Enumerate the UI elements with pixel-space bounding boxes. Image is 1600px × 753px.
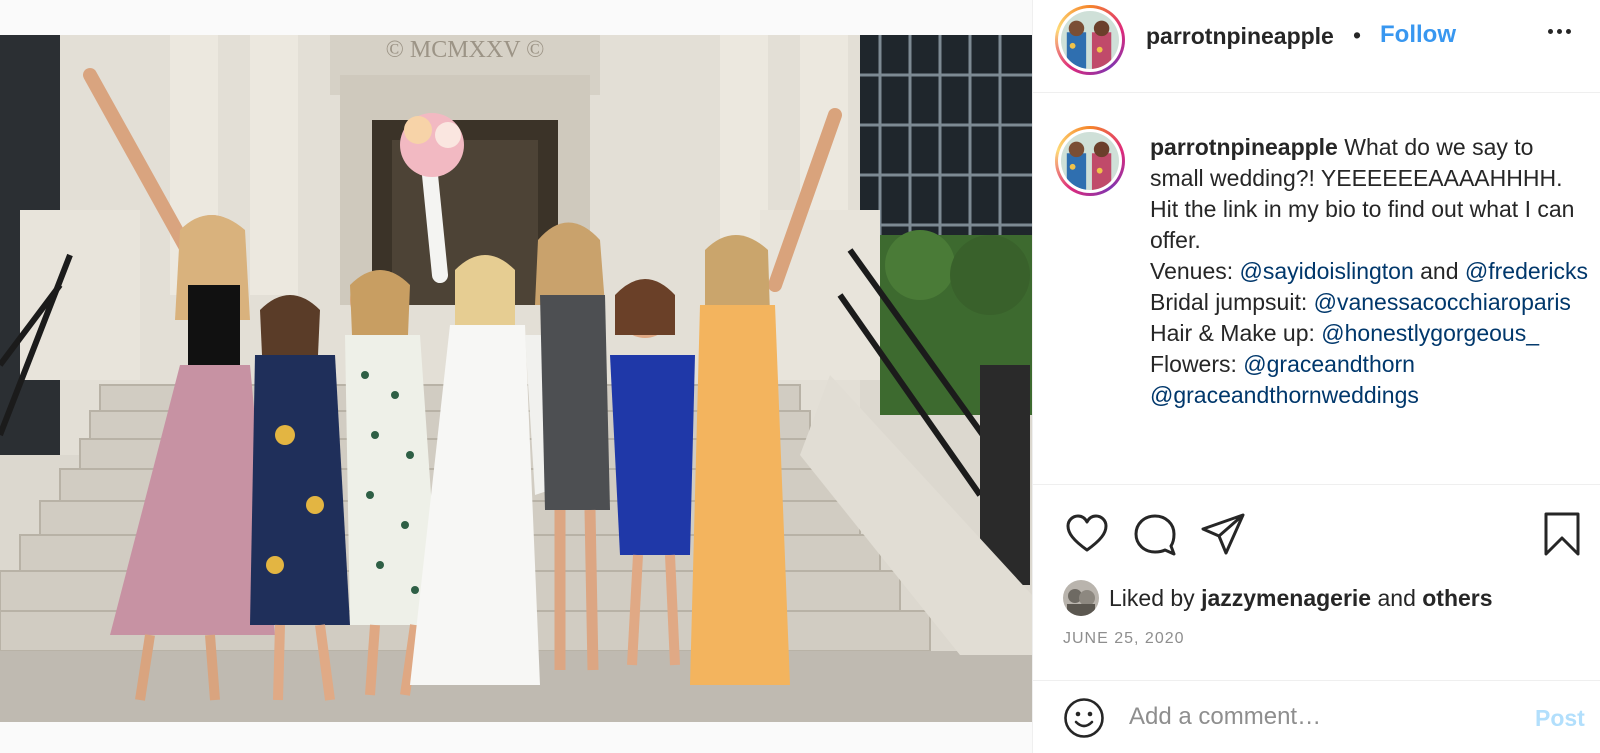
avatar-image bbox=[1061, 132, 1119, 190]
post-side-panel: parrotnpineapple • Follow parrotnpineapp… bbox=[1032, 0, 1600, 753]
venues-label: Venues: bbox=[1150, 258, 1240, 284]
mention-link[interactable]: @graceandthorn bbox=[1243, 351, 1415, 377]
post-caption-area: parrotnpineapple What do we say to small… bbox=[1033, 94, 1600, 484]
likes-text: Liked by jazzymenagerie and others bbox=[1109, 585, 1493, 612]
heart-icon[interactable] bbox=[1063, 510, 1111, 558]
liker-username[interactable]: jazzymenagerie bbox=[1201, 585, 1371, 611]
likes-others-link[interactable]: others bbox=[1422, 585, 1492, 611]
mention-link[interactable]: @honestlygorgeous_ bbox=[1321, 320, 1539, 346]
comment-form: Post bbox=[1033, 681, 1600, 753]
follow-button[interactable]: Follow bbox=[1380, 21, 1456, 49]
likes-prefix: Liked by bbox=[1109, 584, 1202, 611]
caption-username[interactable]: parrotnpineapple bbox=[1150, 134, 1338, 160]
more-options-icon[interactable] bbox=[1542, 14, 1576, 48]
bookmark-icon[interactable] bbox=[1538, 510, 1586, 558]
divider bbox=[1033, 484, 1600, 485]
post-actions bbox=[1033, 500, 1600, 560]
smiley-icon[interactable] bbox=[1063, 697, 1105, 739]
post-date[interactable]: JUNE 25, 2020 bbox=[1063, 630, 1185, 648]
post-photo[interactable]: © MCMXXV © bbox=[0, 35, 1032, 722]
header-separator: • bbox=[1353, 22, 1362, 48]
liker-avatar[interactable] bbox=[1063, 580, 1099, 616]
and-word: and bbox=[1413, 258, 1465, 284]
header-avatar[interactable] bbox=[1055, 5, 1125, 75]
building-inscription: © MCMXXV © bbox=[386, 37, 545, 63]
mention-link[interactable]: @vanessacocchiaroparis bbox=[1314, 289, 1571, 315]
likes-summary: Liked by jazzymenagerie and others bbox=[1063, 578, 1493, 618]
wedding-group-photo: © MCMXXV © bbox=[0, 35, 1032, 722]
comment-icon[interactable] bbox=[1131, 510, 1179, 558]
mention-link[interactable]: @fredericks bbox=[1465, 258, 1588, 284]
post-comment-button[interactable]: Post bbox=[1535, 705, 1585, 732]
post-media: © MCMXXV © bbox=[0, 0, 1032, 753]
likes-middle: and bbox=[1371, 584, 1423, 611]
avatar-image bbox=[1061, 11, 1119, 69]
jumpsuit-label: Bridal jumpsuit: bbox=[1150, 289, 1314, 315]
hair-label: Hair & Make up: bbox=[1150, 320, 1322, 346]
caption-text: parrotnpineapple What do we say to small… bbox=[1150, 132, 1590, 411]
mention-link[interactable]: @graceandthornweddings bbox=[1150, 382, 1419, 408]
comment-input[interactable] bbox=[1129, 695, 1509, 739]
mention-link[interactable]: @sayidoislington bbox=[1240, 258, 1414, 284]
flowers-label: Flowers: bbox=[1150, 351, 1244, 377]
caption-avatar[interactable] bbox=[1055, 126, 1125, 196]
post-header: parrotnpineapple • Follow bbox=[1033, 0, 1600, 93]
header-username[interactable]: parrotnpineapple bbox=[1146, 23, 1334, 50]
paper-plane-icon[interactable] bbox=[1199, 510, 1247, 558]
